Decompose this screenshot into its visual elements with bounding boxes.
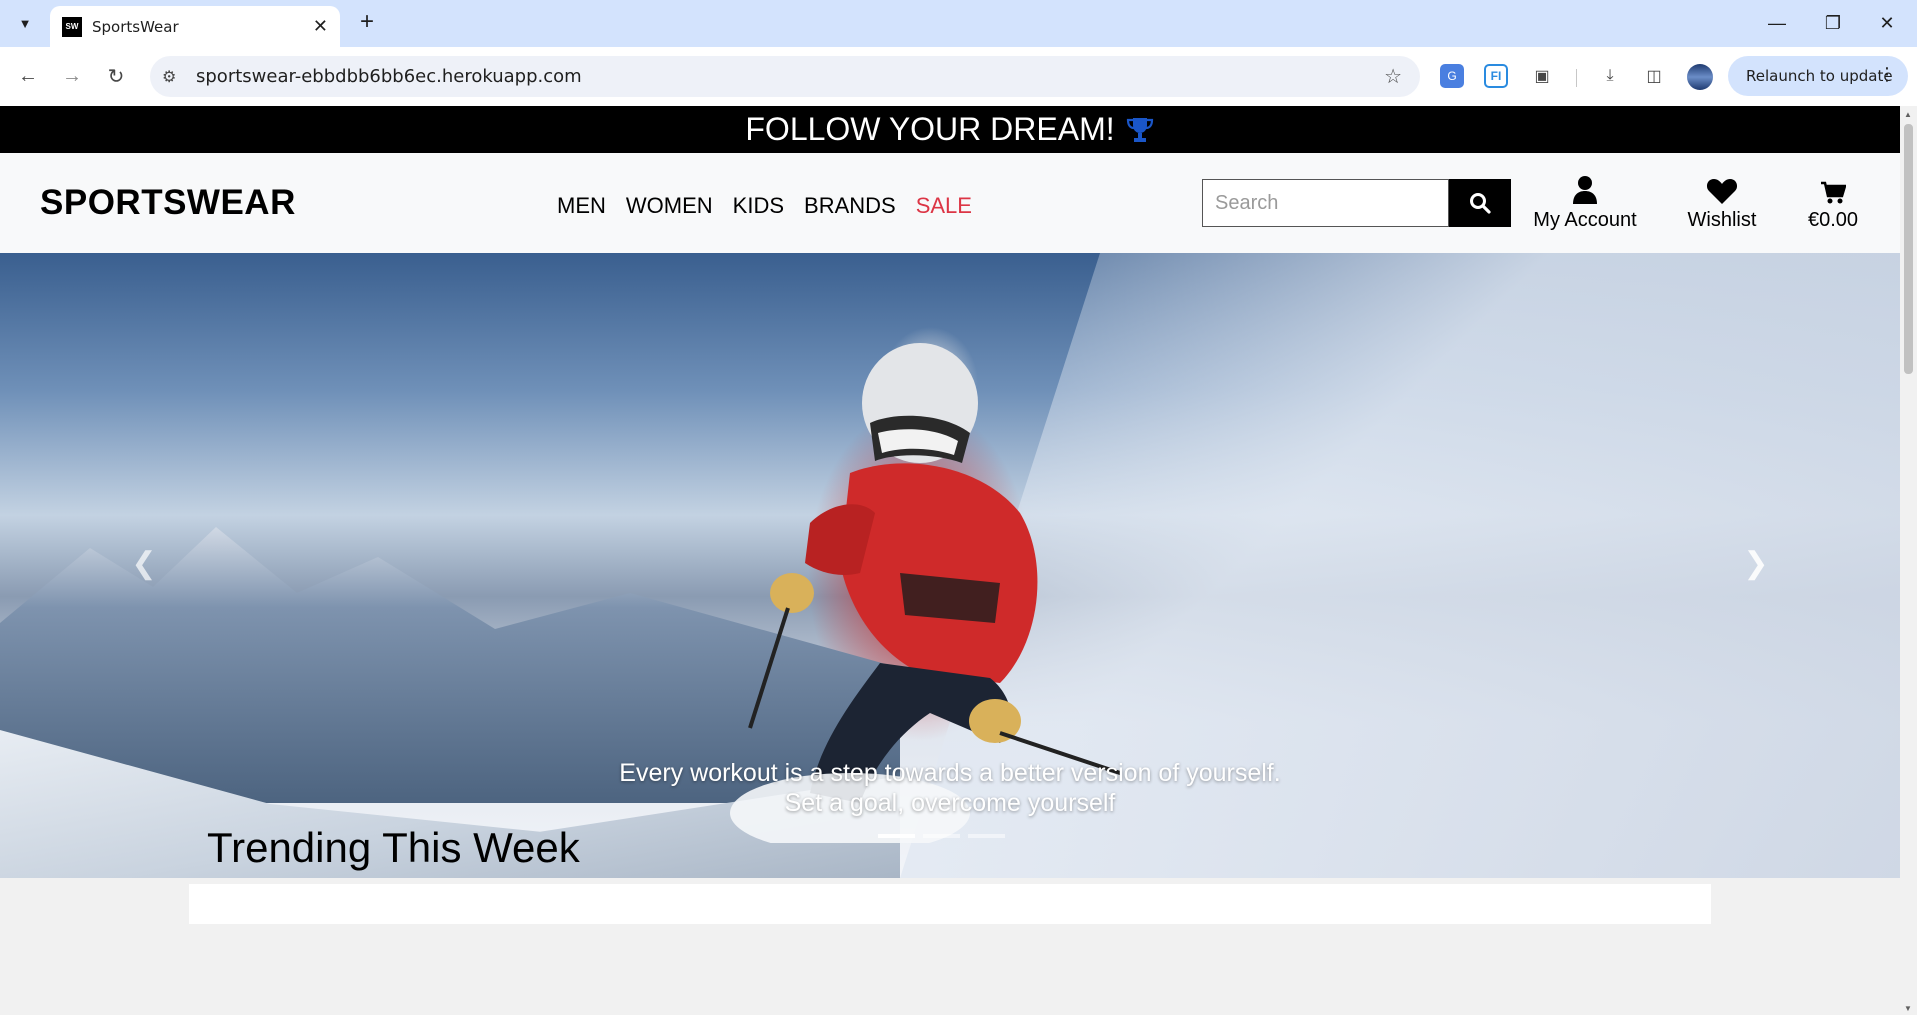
my-account-link[interactable]: My Account <box>1530 175 1640 232</box>
main-nav: MEN WOMEN KIDS BRANDS SALE <box>557 193 972 219</box>
relaunch-button[interactable]: Relaunch to update ⋮ <box>1728 56 1908 96</box>
address-bar[interactable]: ⚙ sportswear-ebbdbb6bb6ec.herokuapp.com … <box>150 56 1420 97</box>
search-button[interactable] <box>1449 179 1511 227</box>
nav-women[interactable]: WOMEN <box>626 193 713 219</box>
carousel-indicator-3[interactable] <box>968 834 1005 838</box>
profile-avatar[interactable] <box>1687 64 1713 90</box>
carousel-indicator-2[interactable] <box>923 834 960 838</box>
restore-icon[interactable]: ❐ <box>1818 8 1848 38</box>
menu-dots-icon: ⋮ <box>1878 64 1896 85</box>
tab-title: SportsWear <box>92 17 179 36</box>
new-tab-icon[interactable]: + <box>352 7 382 37</box>
search-icon <box>1470 193 1491 214</box>
promo-banner: FOLLOW YOUR DREAM! <box>0 106 1900 153</box>
hero-caption-line1: Every workout is a step towards a better… <box>619 759 1281 787</box>
site-logo[interactable]: SPORTSWEAR <box>40 183 296 223</box>
site-info-icon[interactable]: ⚙ <box>162 67 176 87</box>
nav-sale[interactable]: SALE <box>916 193 972 219</box>
reload-icon[interactable]: ↻ <box>100 60 132 92</box>
minimize-icon[interactable]: — <box>1762 8 1792 38</box>
back-icon[interactable]: ← <box>12 60 44 92</box>
download-icon[interactable]: ⤓ <box>1594 60 1626 92</box>
close-window-icon[interactable]: ✕ <box>1872 8 1902 38</box>
forward-icon[interactable]: → <box>56 60 88 92</box>
extension-fi-icon[interactable]: FI <box>1484 64 1508 88</box>
user-icon <box>1573 176 1597 204</box>
section-title: Trending This Week <box>207 824 580 871</box>
wishlist-link[interactable]: Wishlist <box>1682 175 1762 232</box>
side-panel-icon[interactable]: ◫ <box>1638 60 1670 92</box>
wishlist-label: Wishlist <box>1687 209 1757 231</box>
scroll-down-icon[interactable]: ▼ <box>1904 1004 1912 1013</box>
close-tab-icon[interactable]: ✕ <box>313 16 328 37</box>
heart-icon <box>1706 179 1738 204</box>
site-header: SPORTSWEAR MEN WOMEN KIDS BRANDS SALE Se… <box>0 153 1900 253</box>
bookmark-star-icon[interactable]: ☆ <box>1384 64 1402 89</box>
hero-caption-line2: Set a goal, overcome yourself <box>784 789 1116 817</box>
favicon: SW <box>62 16 82 37</box>
search-input[interactable] <box>1202 179 1449 227</box>
page-viewport: FOLLOW YOUR DREAM! SPORTSWEAR MEN WOMEN … <box>0 106 1900 1015</box>
search-form <box>1202 179 1511 227</box>
carousel-next-icon[interactable]: ❯ <box>1736 543 1776 583</box>
browser-toolbar: ← → ↻ ⚙ sportswear-ebbdbb6bb6ec.herokuap… <box>0 47 1917 106</box>
cart-icon <box>1821 181 1846 204</box>
page-scrollbar[interactable]: ▲ ▼ <box>1900 106 1917 1015</box>
carousel-indicators <box>878 834 1005 838</box>
browser-tab-strip: ▼ SW SportsWear ✕ + — ❐ ✕ <box>0 0 1917 47</box>
google-translate-icon[interactable]: G <box>1440 64 1464 88</box>
hero-carousel: ❮ ❯ Every workout is a step towards a be… <box>0 253 1900 878</box>
cart-total: €0.00 <box>1807 209 1859 231</box>
toolbar-divider <box>1576 69 1577 87</box>
url-text: sportswear-ebbdbb6bb6ec.herokuapp.com <box>196 66 582 87</box>
carousel-prev-icon[interactable]: ❮ <box>124 543 164 583</box>
promo-text: FOLLOW YOUR DREAM! <box>745 111 1115 147</box>
nav-brands[interactable]: BRANDS <box>804 193 896 219</box>
tab-search-icon[interactable]: ▼ <box>10 8 40 38</box>
cart-link[interactable]: €0.00 <box>1800 175 1866 232</box>
nav-kids[interactable]: KIDS <box>733 193 784 219</box>
relaunch-label: Relaunch to update <box>1746 67 1893 85</box>
scroll-thumb[interactable] <box>1904 124 1913 374</box>
carousel-indicator-1[interactable] <box>878 834 915 838</box>
trending-products-card <box>189 884 1711 924</box>
nav-men[interactable]: MEN <box>557 193 606 219</box>
hero-caption: Every workout is a step towards a better… <box>0 758 1900 818</box>
my-account-label: My Account <box>1533 209 1637 231</box>
scroll-up-icon[interactable]: ▲ <box>1904 110 1912 119</box>
extensions-puzzle-icon[interactable]: ▣ <box>1526 60 1558 92</box>
trophy-icon <box>1126 117 1153 142</box>
browser-tab[interactable]: SW SportsWear ✕ <box>50 6 340 47</box>
